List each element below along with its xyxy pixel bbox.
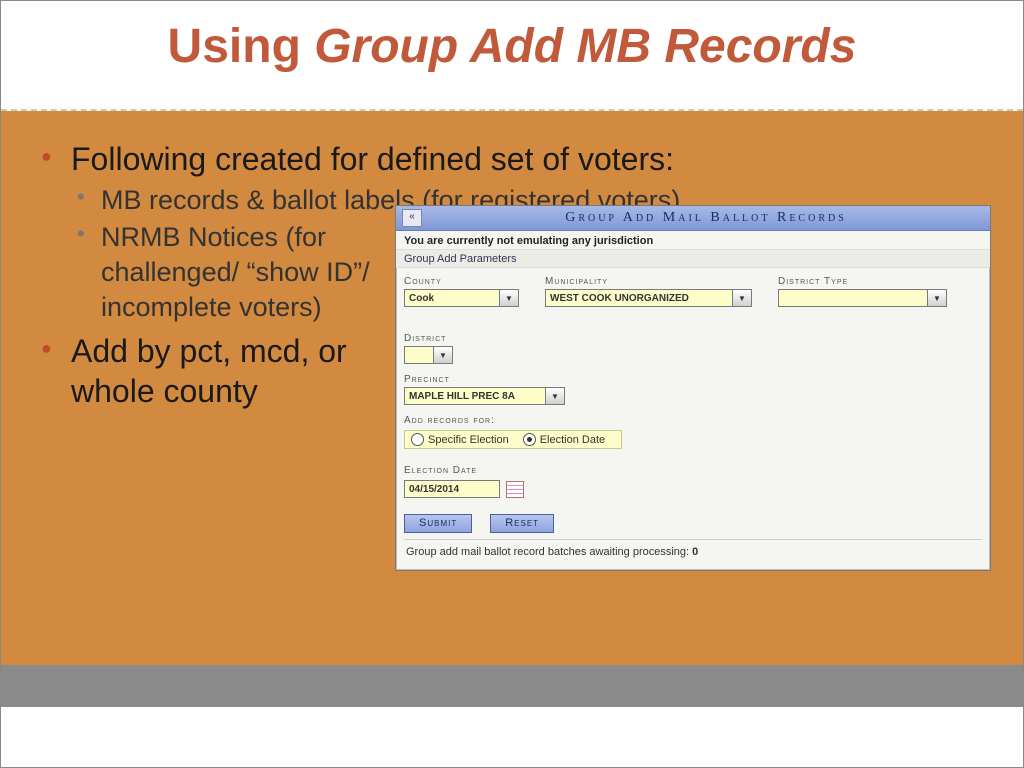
radio-election-date[interactable] <box>523 433 536 446</box>
spacer <box>404 449 982 463</box>
label-municipality: Municipality <box>545 276 752 287</box>
value-district <box>404 346 433 364</box>
status-line: Group add mail ballot record batches awa… <box>404 539 982 564</box>
slide-body: Following created for defined set of vot… <box>1 111 1023 707</box>
label-county: County <box>404 276 519 287</box>
radio-label-specific: Specific Election <box>428 434 509 446</box>
sub-bullet-2: NRMB Notices (for challenged/ “show ID”/… <box>71 220 411 325</box>
status-text: Group add mail ballot record batches awa… <box>406 546 692 558</box>
reset-button[interactable]: Reset <box>490 514 554 533</box>
back-button[interactable]: « <box>402 209 422 227</box>
slide-header: Using Group Add MB Records <box>1 1 1023 109</box>
select-district[interactable]: ▼ <box>404 346 453 364</box>
row-2: Precinct MAPLE HILL PREC 8A ▼ <box>404 374 982 405</box>
select-district-type[interactable]: ▼ <box>778 289 947 307</box>
slide-footer <box>1 665 1023 707</box>
label-election-date: Election Date <box>404 465 982 476</box>
emulation-message: You are currently not emulating any juri… <box>396 231 990 249</box>
label-precinct: Precinct <box>404 374 565 385</box>
field-election-date: 04/15/2014 <box>404 480 982 498</box>
submit-button[interactable]: Submit <box>404 514 472 533</box>
bullet-2: Add by pct, mcd, or whole county <box>37 331 381 411</box>
label-district-type: District Type <box>778 276 947 287</box>
label-add-records-for: Add records for: <box>404 415 982 426</box>
field-county: County Cook ▼ <box>404 276 519 307</box>
button-row: Submit Reset <box>404 514 982 533</box>
field-precinct: Precinct MAPLE HILL PREC 8A ▼ <box>404 374 565 405</box>
bullet-1-text: Following created for defined set of vot… <box>71 141 674 177</box>
app-title: Group Add Mail Ballot Records <box>422 210 990 226</box>
slide: Using Group Add MB Records Following cre… <box>0 0 1024 768</box>
input-election-date[interactable]: 04/15/2014 <box>404 480 500 498</box>
app-body: County Cook ▼ Municipality WEST COOK UNO… <box>396 268 990 570</box>
chevron-down-icon: ▼ <box>732 289 752 307</box>
section-header: Group Add Parameters <box>396 249 990 268</box>
value-precinct: MAPLE HILL PREC 8A <box>404 387 545 405</box>
select-county[interactable]: Cook ▼ <box>404 289 519 307</box>
field-municipality: Municipality WEST COOK UNORGANIZED ▼ <box>545 276 752 307</box>
title-part-2: Group Add MB Records <box>314 20 856 73</box>
app-titlebar: « Group Add Mail Ballot Records <box>396 206 990 231</box>
chevron-down-icon: ▼ <box>433 346 453 364</box>
title-part-1: Using <box>168 20 315 73</box>
label-district: District <box>404 333 453 344</box>
calendar-icon[interactable] <box>506 481 524 498</box>
field-district: District ▼ <box>404 333 453 364</box>
chevron-down-icon: ▼ <box>545 387 565 405</box>
row-1: County Cook ▼ Municipality WEST COOK UNO… <box>404 276 982 364</box>
value-district-type <box>778 289 927 307</box>
chevron-down-icon: ▼ <box>499 289 519 307</box>
value-county: Cook <box>404 289 499 307</box>
value-municipality: WEST COOK UNORGANIZED <box>545 289 732 307</box>
radio-group-add-for: Specific Election Election Date <box>404 430 622 449</box>
radio-label-date: Election Date <box>540 434 605 446</box>
chevron-down-icon: ▼ <box>927 289 947 307</box>
slide-title: Using Group Add MB Records <box>1 1 1023 74</box>
select-precinct[interactable]: MAPLE HILL PREC 8A ▼ <box>404 387 565 405</box>
status-count: 0 <box>692 546 698 558</box>
select-municipality[interactable]: WEST COOK UNORGANIZED ▼ <box>545 289 752 307</box>
field-district-type: District Type ▼ <box>778 276 947 307</box>
app-window: « Group Add Mail Ballot Records You are … <box>395 205 991 571</box>
radio-specific-election[interactable] <box>411 433 424 446</box>
